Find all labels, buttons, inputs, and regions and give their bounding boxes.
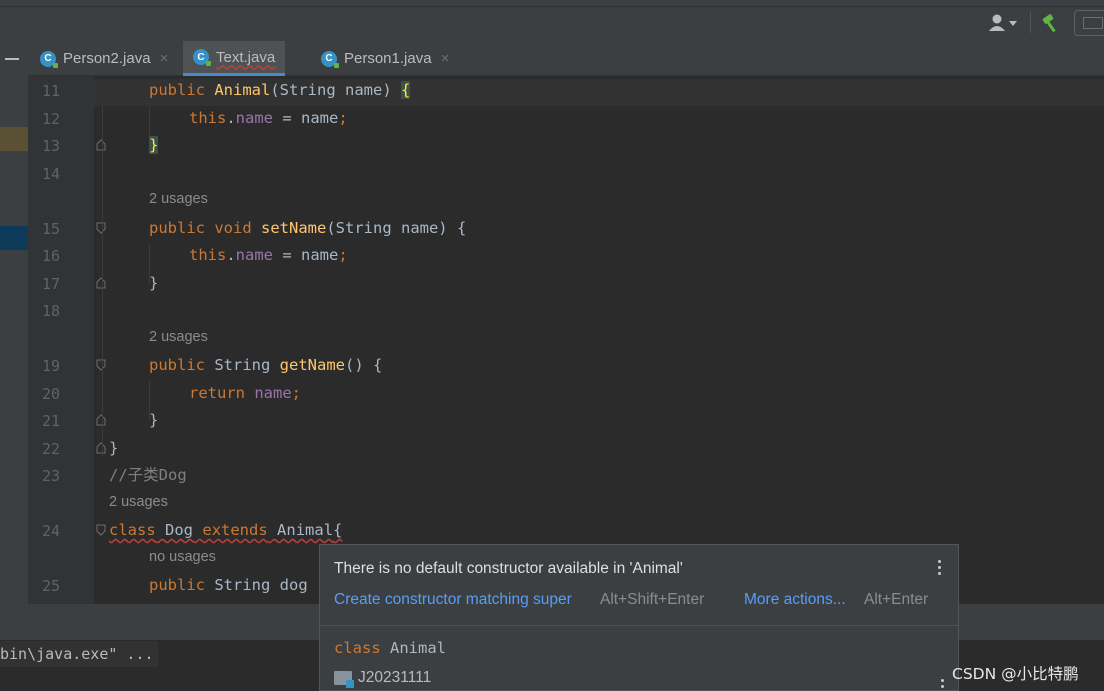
line-number: 11 (41, 82, 60, 100)
layout-toggle-button[interactable] (1074, 10, 1104, 36)
panel-highlight-row (0, 127, 28, 151)
code-line-13: } (149, 136, 159, 154)
package-folder-icon (334, 671, 354, 688)
line-number-gutter: 11 12 13 14 15 16 17 18 19 20 21 22 23 2… (28, 76, 94, 604)
tab-label: Text.java (216, 48, 276, 66)
package-name: J20231111 (358, 669, 432, 686)
error-message: There is no default constructor availabl… (334, 560, 683, 577)
error-tooltip-popup: There is no default constructor availabl… (319, 544, 959, 691)
code-editor[interactable]: public Animal(String name) { this.name =… (94, 76, 1104, 604)
line-number: 25 (41, 577, 60, 595)
project-panel-strip (0, 41, 28, 604)
no-usages-hint: no usages (149, 549, 216, 565)
close-icon[interactable]: × (441, 50, 450, 67)
tab-person1[interactable]: C Person1.java × (321, 41, 449, 76)
more-options-icon[interactable] (938, 560, 942, 578)
chevron-down-icon (1009, 21, 1017, 26)
action-shortcut: Alt+Shift+Enter (600, 591, 705, 608)
more-actions-link[interactable]: More actions... (744, 591, 846, 609)
package-location: J20231111 (334, 669, 432, 688)
line-number: 19 (41, 357, 60, 375)
line-number: 16 (41, 247, 60, 265)
account-menu-button[interactable] (987, 13, 1021, 33)
line-number: 20 (41, 385, 60, 403)
line-number: 24 (41, 522, 60, 540)
usages-hint[interactable]: 2 usages (109, 494, 168, 510)
top-toolbar (0, 0, 1104, 41)
watermark: CSDN @小比特鹏 (952, 665, 1079, 683)
code-line-24: class Dog extends Animal{ (109, 521, 343, 539)
line-number: 15 (41, 220, 60, 238)
code-line-17: } (149, 274, 159, 292)
code-line-16: this.name = name; (189, 246, 348, 264)
toolbar-separator (0, 6, 1104, 7)
hammer-icon (1042, 14, 1056, 33)
line-number: 13 (41, 137, 60, 155)
popup-divider (320, 625, 958, 626)
line-number: 17 (41, 275, 60, 293)
indent-guide (102, 106, 103, 456)
code-line-25: public String dog (149, 576, 308, 594)
usages-hint[interactable]: 2 usages (149, 191, 208, 207)
more-options-icon[interactable] (941, 679, 945, 689)
code-line-22: } (109, 439, 119, 457)
code-line-19: public String getName() { (149, 356, 383, 374)
line-number: 21 (41, 412, 60, 430)
collapse-icon[interactable] (5, 58, 19, 60)
line-number: 22 (41, 440, 60, 458)
line-number: 12 (41, 110, 60, 128)
java-class-icon: C (193, 49, 211, 66)
class-signature[interactable]: class Animal (334, 639, 446, 657)
code-line-21: } (149, 411, 159, 429)
console-command: bin\java.exe" ... (0, 641, 158, 667)
action-shortcut: Alt+Enter (864, 591, 929, 608)
line-number: 14 (41, 165, 60, 183)
code-line-11: public Animal(String name) { (149, 81, 411, 99)
java-class-icon: C (40, 50, 58, 68)
tab-label: Person2.java (63, 50, 151, 67)
tab-label: Person1.java (344, 50, 432, 67)
tab-text[interactable]: C Text.java (183, 41, 286, 76)
tab-person2[interactable]: C Person2.java × (40, 41, 168, 76)
build-button[interactable] (1040, 12, 1062, 34)
close-icon[interactable]: × (160, 50, 169, 67)
create-constructor-action[interactable]: Create constructor matching super (334, 591, 572, 609)
java-class-icon: C (321, 50, 339, 68)
code-line-20: return name; (189, 384, 302, 402)
toolbar-divider (1030, 11, 1031, 33)
line-number: 18 (41, 302, 60, 320)
window-icon (1083, 17, 1103, 29)
code-line-23: //子类Dog (109, 466, 187, 484)
line-number: 23 (41, 467, 60, 485)
code-line-12: this.name = name; (189, 109, 348, 127)
code-line-15: public void setName(String name) { (149, 219, 467, 237)
editor-tab-bar: C Person2.java × C Text.java C Person1.j… (28, 41, 1104, 76)
user-icon (989, 14, 1017, 31)
panel-selected-row (0, 226, 28, 250)
usages-hint[interactable]: 2 usages (149, 329, 208, 345)
